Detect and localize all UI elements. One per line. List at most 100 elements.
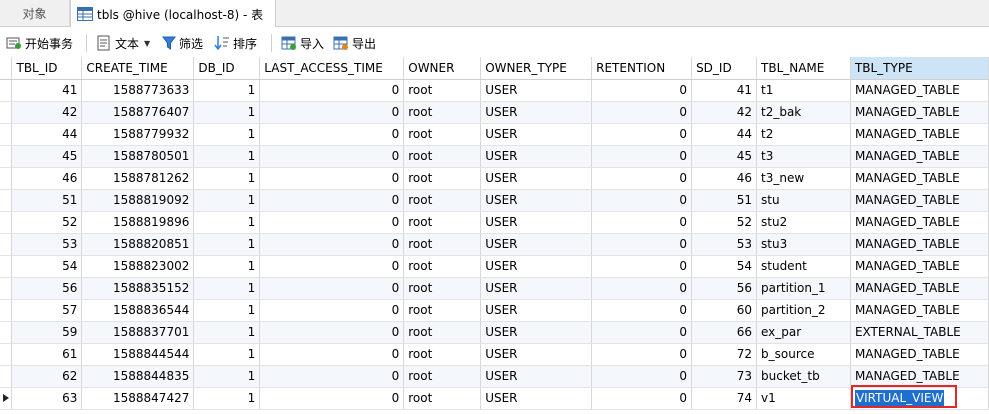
table-row[interactable]: 62 1588844835 1 0 root USER 0 73 bucket_tb MANAGE…	[0, 365, 989, 388]
cell-retention[interactable]: 0	[591, 255, 693, 278]
cell-tbl-type[interactable]: MANAGED_TABLE	[850, 299, 989, 322]
cell-owner-type[interactable]: USER	[480, 79, 593, 102]
cell-last-access-time[interactable]: 0	[259, 321, 405, 344]
cell-tbl-id[interactable]: 54	[11, 255, 83, 278]
cell-owner[interactable]: root	[403, 79, 482, 102]
cell-sd-id[interactable]: 54	[691, 255, 757, 278]
cell-sd-id[interactable]: 42	[691, 101, 757, 124]
cell-tbl-id[interactable]: 42	[11, 101, 83, 124]
cell-db-id[interactable]: 1	[193, 343, 261, 366]
cell-tbl-id[interactable]: 44	[11, 123, 83, 146]
cell-db-id[interactable]: 1	[193, 321, 261, 344]
cell-db-id[interactable]: 1	[193, 101, 261, 124]
cell-tbl-id[interactable]: 41	[11, 79, 83, 102]
cell-tbl-name[interactable]: partition_2	[756, 299, 851, 322]
table-row[interactable]: 45 1588780501 1 0 root USER 0 45 t3 MANAGED_TABLE	[0, 145, 989, 168]
cell-owner[interactable]: root	[403, 189, 482, 212]
cell-create-time[interactable]: 1588819092	[81, 189, 195, 212]
cell-tbl-type[interactable]: MANAGED_TABLE	[850, 277, 989, 300]
column-header-tbl-id[interactable]: TBL_ID	[11, 57, 83, 80]
table-row[interactable]: 41 1588773633 1 0 root USER 0 41 t1 MANAGED_TABLE	[0, 79, 989, 102]
cell-last-access-time[interactable]: 0	[259, 277, 405, 300]
row-indicator[interactable]	[0, 233, 13, 256]
table-row[interactable]: 57 1588836544 1 0 root USER 0 60 partition_2 MANA…	[0, 299, 989, 322]
cell-retention[interactable]: 0	[591, 123, 693, 146]
cell-tbl-name[interactable]: student	[756, 255, 851, 278]
cell-owner-type[interactable]: USER	[480, 233, 593, 256]
cell-retention[interactable]: 0	[591, 343, 693, 366]
row-indicator[interactable]	[0, 343, 13, 366]
cell-db-id[interactable]: 1	[193, 79, 261, 102]
cell-tbl-id[interactable]: 61	[11, 343, 83, 366]
cell-owner-type[interactable]: USER	[480, 277, 593, 300]
cell-sd-id[interactable]: 66	[691, 321, 757, 344]
cell-retention[interactable]: 0	[591, 321, 693, 344]
cell-tbl-type[interactable]: MANAGED_TABLE	[850, 123, 989, 146]
cell-tbl-name[interactable]: b_source	[756, 343, 851, 366]
cell-owner-type[interactable]: USER	[480, 167, 593, 190]
table-row[interactable]: 46 1588781262 1 0 root USER 0 46 t3_new MANAGED_T…	[0, 167, 989, 190]
cell-tbl-id[interactable]: 56	[11, 277, 83, 300]
cell-last-access-time[interactable]: 0	[259, 211, 405, 234]
cell-tbl-name[interactable]: t1	[756, 79, 851, 102]
cell-create-time[interactable]: 1588780501	[81, 145, 195, 168]
cell-tbl-type[interactable]: MANAGED_TABLE	[850, 145, 989, 168]
cell-db-id[interactable]: 1	[193, 365, 261, 388]
cell-tbl-type[interactable]: MANAGED_TABLE	[850, 343, 989, 366]
cell-db-id[interactable]: 1	[193, 145, 261, 168]
cell-db-id[interactable]: 1	[193, 211, 261, 234]
cell-tbl-name[interactable]: stu2	[756, 211, 851, 234]
cell-tbl-name[interactable]: ex_par	[756, 321, 851, 344]
table-row[interactable]: 61 1588844544 1 0 root USER 0 72 b_source MANAGED…	[0, 343, 989, 366]
cell-owner-type[interactable]: USER	[480, 255, 593, 278]
cell-tbl-name[interactable]: t3	[756, 145, 851, 168]
sort-button[interactable]: 排序	[214, 33, 257, 53]
column-header-tbl-type[interactable]: TBL_TYPE	[850, 57, 989, 80]
column-header-retention[interactable]: RETENTION	[591, 57, 693, 80]
cell-create-time[interactable]: 1588844835	[81, 365, 195, 388]
cell-tbl-type[interactable]: MANAGED_TABLE	[850, 189, 989, 212]
cell-create-time[interactable]: 1588837701	[81, 321, 195, 344]
cell-owner[interactable]: root	[403, 167, 482, 190]
filter-button[interactable]: 筛选	[162, 33, 203, 53]
column-header-last-access-time[interactable]: LAST_ACCESS_TIME	[259, 57, 405, 80]
cell-db-id[interactable]: 1	[193, 299, 261, 322]
cell-owner-type[interactable]: USER	[480, 211, 593, 234]
cell-owner-type[interactable]: USER	[480, 145, 593, 168]
cell-last-access-time[interactable]: 0	[259, 343, 405, 366]
cell-owner[interactable]: root	[403, 365, 482, 388]
table-row[interactable]: 52 1588819896 1 0 root USER 0 52 stu2 MANAGED_TAB…	[0, 211, 989, 234]
table-row[interactable]: 63 1588847427 1 0 root USER 0 74 v1 VIRTUAL_VIEW	[0, 387, 989, 410]
cell-last-access-time[interactable]: 0	[259, 101, 405, 124]
cell-tbl-name[interactable]: t2	[756, 123, 851, 146]
row-indicator[interactable]	[0, 101, 13, 124]
row-indicator[interactable]	[0, 123, 13, 146]
cell-owner[interactable]: root	[403, 299, 482, 322]
cell-sd-id[interactable]: 56	[691, 277, 757, 300]
cell-db-id[interactable]: 1	[193, 277, 261, 300]
cell-retention[interactable]: 0	[591, 167, 693, 190]
cell-owner[interactable]: root	[403, 387, 482, 410]
cell-sd-id[interactable]: 46	[691, 167, 757, 190]
table-row[interactable]: 53 1588820851 1 0 root USER 0 53 stu3 MANAGED_TAB…	[0, 233, 989, 256]
row-indicator[interactable]	[0, 79, 13, 102]
row-indicator[interactable]	[0, 387, 13, 410]
cell-tbl-id[interactable]: 45	[11, 145, 83, 168]
cell-owner[interactable]: root	[403, 255, 482, 278]
cell-create-time[interactable]: 1588836544	[81, 299, 195, 322]
cell-tbl-name[interactable]: t2_bak	[756, 101, 851, 124]
begin-transaction-button[interactable]: 开始事务	[6, 33, 73, 53]
cell-tbl-name[interactable]: bucket_tb	[756, 365, 851, 388]
cell-sd-id[interactable]: 60	[691, 299, 757, 322]
cell-last-access-time[interactable]: 0	[259, 233, 405, 256]
cell-create-time[interactable]: 1588779932	[81, 123, 195, 146]
cell-db-id[interactable]: 1	[193, 123, 261, 146]
cell-tbl-type[interactable]: MANAGED_TABLE	[850, 255, 989, 278]
cell-sd-id[interactable]: 51	[691, 189, 757, 212]
import-button[interactable]: 导入	[281, 33, 324, 53]
cell-tbl-type[interactable]: MANAGED_TABLE	[850, 79, 989, 102]
cell-create-time[interactable]: 1588823002	[81, 255, 195, 278]
column-header-owner[interactable]: OWNER	[403, 57, 482, 80]
cell-tbl-id[interactable]: 59	[11, 321, 83, 344]
cell-owner-type[interactable]: USER	[480, 343, 593, 366]
